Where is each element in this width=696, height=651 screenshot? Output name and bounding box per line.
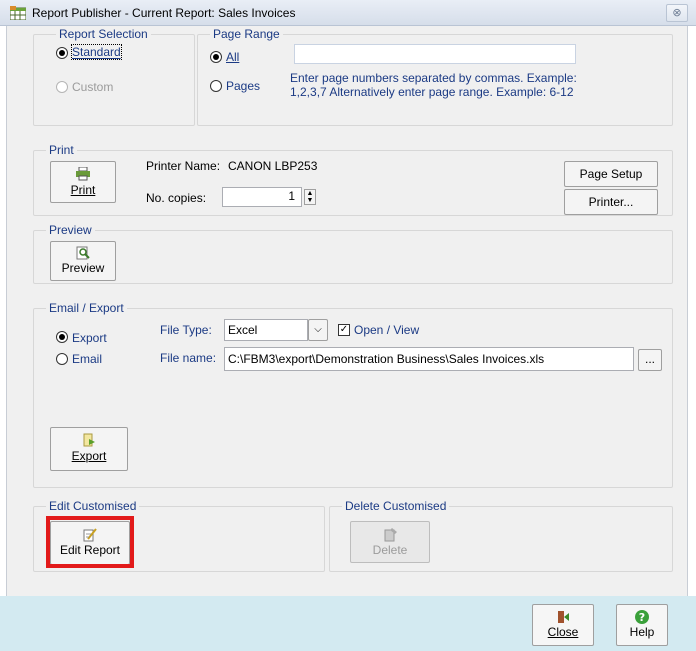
magnifier-icon	[76, 246, 90, 260]
copies-stepper[interactable]: ▲ ▼	[304, 189, 316, 205]
export-button-label: Export	[71, 449, 107, 463]
footer-bar: Close ? Help	[0, 596, 696, 651]
svg-text:?: ?	[639, 611, 645, 624]
page-range-input[interactable]	[294, 44, 576, 64]
browse-button[interactable]: ...	[638, 349, 662, 371]
preview-legend: Preview	[46, 223, 95, 237]
edit-report-highlight	[46, 516, 134, 568]
printer-icon	[76, 167, 90, 181]
printer-name-label: Printer Name:	[146, 159, 221, 173]
print-button-label: Print	[70, 183, 96, 197]
all-radio[interactable]	[210, 51, 222, 63]
standard-label[interactable]: Standard	[71, 44, 122, 60]
browse-button-label: ...	[644, 352, 655, 366]
page-range-legend: Page Range	[210, 27, 283, 41]
edit-customised-legend: Edit Customised	[46, 499, 140, 513]
delete-customised-legend: Delete Customised	[342, 499, 450, 513]
close-button[interactable]: Close	[532, 604, 594, 646]
report-selection-group: Report Selection Standard Custom	[33, 27, 195, 126]
email-radio-label[interactable]: Email	[72, 352, 102, 366]
export-button[interactable]: Export	[50, 427, 128, 471]
custom-label: Custom	[72, 80, 114, 94]
title-bar[interactable]: Report Publisher - Current Report: Sales…	[0, 0, 696, 26]
all-label[interactable]: All	[226, 50, 239, 64]
page-range-hint-line1: Enter page numbers separated by commas. …	[290, 71, 577, 85]
print-legend: Print	[46, 143, 77, 157]
help-button[interactable]: ? Help	[616, 604, 668, 646]
preview-group: Preview Preview	[33, 223, 673, 284]
report-selection-legend: Report Selection	[56, 27, 151, 41]
standard-radio[interactable]	[56, 47, 68, 59]
pages-label[interactable]: Pages	[226, 79, 260, 93]
printer-name-value: CANON LBP253	[228, 159, 318, 173]
export-arrow-icon	[83, 433, 95, 447]
copies-label: No. copies:	[146, 191, 207, 205]
page-setup-button[interactable]: Page Setup	[564, 161, 658, 187]
copies-input[interactable]: 1	[222, 187, 302, 207]
exit-door-icon	[558, 611, 569, 623]
delete-button-label: Delete	[372, 543, 408, 557]
help-question-icon: ?	[635, 610, 649, 624]
window-title: Report Publisher - Current Report: Sales…	[32, 6, 296, 20]
help-button-label: Help	[629, 625, 655, 639]
stepper-up-icon[interactable]: ▲	[307, 190, 314, 197]
open-view-label[interactable]: Open / View	[354, 323, 419, 337]
open-view-checkbox[interactable]: ✓	[338, 324, 350, 336]
chevron-down-icon: ⌵	[314, 324, 322, 335]
delete-icon	[384, 528, 397, 542]
print-button[interactable]: Print	[50, 161, 116, 203]
preview-button-label: Preview	[61, 261, 105, 275]
dialog-body: Report Selection Standard Custom Page Ra…	[6, 26, 688, 596]
print-group: Print Print Printer Name: CANON LBP253 N…	[33, 143, 673, 216]
close-icon: ⊗	[672, 7, 682, 19]
app-table-icon	[10, 6, 26, 20]
file-type-label: File Type:	[160, 323, 212, 337]
page-setup-button-label: Page Setup	[579, 167, 643, 181]
export-radio-label[interactable]: Export	[72, 331, 107, 345]
file-name-label: File name:	[160, 351, 217, 365]
window-close-button[interactable]: ⊗	[666, 4, 688, 22]
email-export-group: Email / Export Export Email File Type: E…	[33, 301, 673, 488]
file-type-select[interactable]: Excel	[224, 319, 308, 341]
email-radio[interactable]	[56, 353, 68, 365]
preview-button[interactable]: Preview	[50, 241, 116, 281]
custom-radio[interactable]	[56, 81, 68, 93]
file-name-input[interactable]: C:\FBM3\export\Demonstration Business\Sa…	[224, 347, 634, 371]
email-export-legend: Email / Export	[46, 301, 127, 315]
file-type-dropdown-button[interactable]: ⌵	[308, 319, 328, 341]
export-radio[interactable]	[56, 331, 68, 343]
report-publisher-window: Report Publisher - Current Report: Sales…	[0, 0, 696, 651]
printer-button-label: Printer...	[588, 195, 634, 209]
close-button-label: Close	[547, 625, 579, 639]
page-range-hint-line2: 1,2,3,7 Alternatively enter page range. …	[290, 85, 574, 99]
page-range-group: Page Range All Pages Enter page numbers …	[197, 27, 673, 126]
pages-radio[interactable]	[210, 80, 222, 92]
stepper-down-icon[interactable]: ▼	[307, 197, 314, 204]
printer-button[interactable]: Printer...	[564, 189, 658, 215]
delete-button[interactable]: Delete	[350, 521, 430, 563]
delete-customised-group: Delete Customised Delete	[329, 499, 673, 572]
